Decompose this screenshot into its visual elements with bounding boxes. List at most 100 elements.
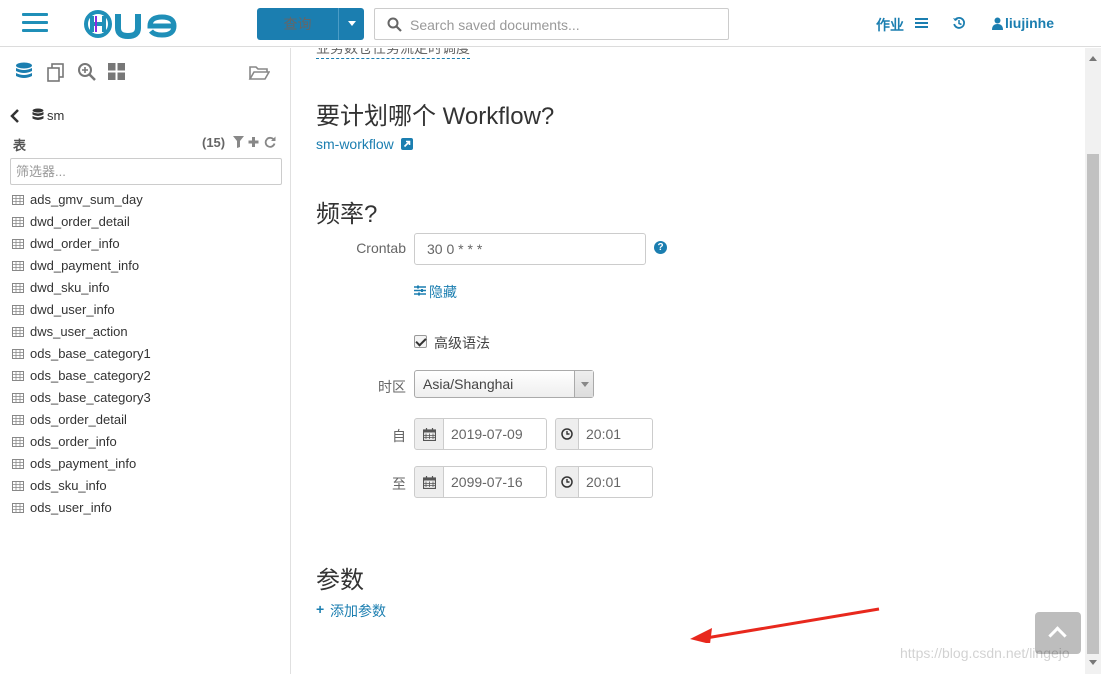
tables-label: 表 [13,138,27,153]
database-icon[interactable] [15,62,33,82]
table-icon [12,305,24,315]
timezone-value: Asia/Shanghai [423,376,514,392]
calendar-icon [423,476,436,489]
hamburger-menu-icon[interactable] [22,13,48,33]
start-date-input[interactable]: 2019-07-09 [444,418,547,450]
end-date-group[interactable]: 2099-07-16 [414,466,547,498]
help-icon[interactable]: ? [654,241,667,254]
query-button[interactable]: 查询 [257,8,364,40]
table-item[interactable]: dwd_order_detail [12,211,282,233]
tables-filter-input[interactable] [10,158,282,185]
table-icon [12,217,24,227]
table-name: ods_payment_info [30,456,137,471]
table-name: ods_order_info [30,434,117,449]
app-root: 查询 作业 liujinhe [0,0,1101,674]
database-small-icon [32,108,44,120]
end-time-addon [555,466,579,498]
refresh-icon[interactable] [264,136,276,148]
table-icon [12,261,24,271]
chevron-left-icon[interactable] [10,109,20,123]
grid-icon[interactable] [107,62,126,81]
workflow-link-label: sm-workflow [316,136,394,152]
documents-icon[interactable] [46,62,66,82]
table-icon [12,393,24,403]
end-date-input[interactable]: 2099-07-16 [444,466,547,498]
query-dropdown-caret-icon[interactable] [338,8,364,40]
table-icon [12,371,24,381]
clock-icon [561,428,573,440]
tables-header: 表 (15) [13,135,278,153]
jobs-link[interactable]: 作业 [876,15,904,35]
table-item[interactable]: dwd_payment_info [12,255,282,277]
workflow-heading: 要计划哪个 Workflow? [316,103,555,130]
description-text[interactable]: 业务数仓任务流定时调度 [316,48,470,59]
table-icon [12,481,24,491]
scroll-thumb[interactable] [1087,154,1099,654]
parameters-heading: 参数 [316,567,364,594]
table-icon [12,349,24,359]
hue-logo[interactable] [82,6,182,42]
table-item[interactable]: dwd_order_info [12,233,282,255]
table-name: dwd_payment_info [30,258,140,273]
table-item[interactable]: ods_sku_info [12,475,282,497]
table-name: ods_sku_info [30,478,107,493]
external-link-icon[interactable] [401,138,413,150]
scroll-down-icon[interactable] [1089,660,1097,665]
table-icon [12,327,24,337]
end-time-group[interactable]: 20:01 [555,466,653,498]
table-item[interactable]: dwd_user_info [12,299,282,321]
timezone-select[interactable]: Asia/Shanghai [414,370,594,398]
filter-icon[interactable] [233,136,244,148]
left-assist-panel: sm 表 (15) ads_gmv_sum_day dwd_order_detai… [0,48,291,674]
scroll-up-icon[interactable] [1089,56,1097,61]
table-name: dws_user_action [30,324,128,339]
top-bar: 查询 作业 liujinhe [0,0,1101,47]
zoom-search-icon[interactable] [77,62,97,82]
table-name: dwd_user_info [30,302,115,317]
table-item[interactable]: ods_order_detail [12,409,282,431]
plus-icon: + [316,601,325,617]
table-item[interactable]: dwd_sku_info [12,277,282,299]
advanced-syntax-checkbox[interactable] [414,335,427,348]
user-icon [992,17,1003,30]
advanced-syntax-label: 高级语法 [434,335,490,351]
annotation-arrow-icon [690,607,880,643]
tables-list: ads_gmv_sum_day dwd_order_detail dwd_order… [12,189,282,519]
plus-icon[interactable] [248,136,259,148]
search-input[interactable] [410,14,720,36]
crontab-field[interactable]: 30 0 * * * [414,233,646,265]
jobs-list-icon[interactable] [915,18,928,28]
table-item[interactable]: ods_payment_info [12,453,282,475]
table-name: dwd_sku_info [30,280,110,295]
table-item[interactable]: ads_gmv_sum_day [12,189,282,211]
start-date-addon [414,418,444,450]
table-name: dwd_order_info [30,236,120,251]
watermark: https://blog.csdn.net/lingejo [900,645,1070,661]
database-name: sm [47,108,65,123]
folder-open-icon[interactable] [248,62,270,82]
main-scrollbar[interactable] [1085,48,1101,674]
history-icon[interactable] [952,16,966,30]
table-item[interactable]: dws_user_action [12,321,282,343]
table-icon [12,283,24,293]
table-icon [12,503,24,513]
start-time-input[interactable]: 20:01 [579,418,653,450]
workflow-link[interactable]: sm-workflow [316,136,413,152]
chevron-down-icon[interactable] [574,371,593,397]
table-item[interactable]: ods_base_category3 [12,387,282,409]
start-date-group[interactable]: 2019-07-09 [414,418,547,450]
table-item[interactable]: ods_order_info [12,431,282,453]
start-time-group[interactable]: 20:01 [555,418,653,450]
username-menu[interactable]: liujinhe [1005,15,1054,31]
search-box[interactable] [374,8,729,40]
table-name: ods_base_category3 [30,390,151,405]
table-icon [12,459,24,469]
frequency-heading: 频率? [316,201,378,228]
tables-count: (15) [202,135,226,150]
sliders-icon [414,285,426,296]
end-time-input[interactable]: 20:01 [579,466,653,498]
table-item[interactable]: ods_base_category1 [12,343,282,365]
table-icon [12,437,24,447]
table-item[interactable]: ods_user_info [12,497,282,519]
table-item[interactable]: ods_base_category2 [12,365,282,387]
